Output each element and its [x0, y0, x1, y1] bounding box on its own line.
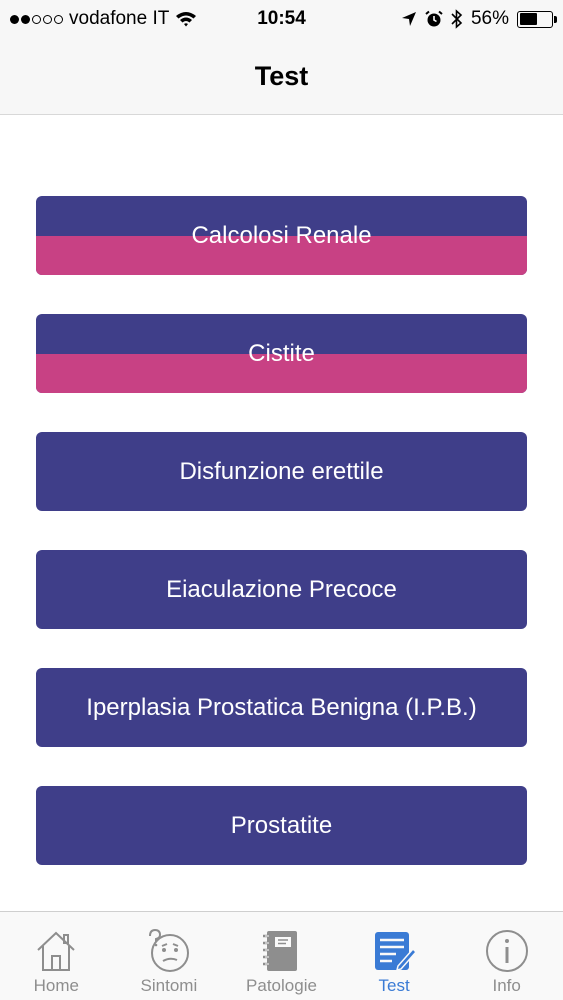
- test-button-label: Iperplasia Prostatica Benigna (I.P.B.): [86, 693, 477, 721]
- battery-icon: [517, 10, 557, 28]
- test-button-disfunzione-erettile[interactable]: Disfunzione erettile: [36, 432, 527, 511]
- carrier-name: vodafone IT: [69, 8, 170, 29]
- test-button-label: Prostatite: [230, 811, 333, 839]
- page-title: Test: [254, 60, 309, 91]
- test-button-prostatite[interactable]: Prostatite: [36, 786, 527, 865]
- tab-label: Info: [492, 976, 521, 995]
- test-list: Calcolosi Renale Cistite Disfunzione ere…: [36, 196, 527, 904]
- location-arrow-icon: [401, 12, 416, 26]
- confused-face-icon: [148, 928, 189, 972]
- tab-info[interactable]: Info: [451, 912, 563, 1000]
- test-button-iperplasia-prostatica[interactable]: Iperplasia Prostatica Benigna (I.P.B.): [36, 668, 527, 747]
- test-button-label: Calcolosi Renale: [191, 221, 372, 249]
- tab-label: Sintomi: [140, 976, 198, 995]
- signal-strength-icon: [10, 14, 63, 24]
- test-button-cistite[interactable]: Cistite: [36, 314, 527, 393]
- wifi-icon: [176, 12, 197, 27]
- battery-percent: 56%: [470, 8, 509, 29]
- tab-label: Test: [378, 976, 410, 995]
- info-icon: [485, 930, 528, 972]
- tab-test[interactable]: Test: [338, 912, 450, 1000]
- battery-fill: [519, 13, 537, 25]
- test-button-calcolosi-renale[interactable]: Calcolosi Renale: [36, 196, 527, 275]
- test-button-label: Disfunzione erettile: [179, 457, 384, 485]
- notebook-icon: [263, 931, 298, 971]
- tab-sintomi[interactable]: Sintomi: [113, 912, 225, 1000]
- test-button-label: Eiaculazione Precoce: [166, 575, 397, 603]
- tab-bar: Home Sintomi Patologie Test Info: [0, 911, 563, 1000]
- status-right: 56%: [401, 8, 563, 30]
- tab-label: Patologie: [246, 976, 317, 995]
- status-time: 10:54: [257, 8, 306, 29]
- tab-label: Home: [33, 976, 79, 995]
- tab-home[interactable]: Home: [0, 912, 112, 1000]
- bluetooth-icon: [451, 9, 463, 29]
- navigation-bar: Test: [0, 38, 563, 115]
- tab-patologie[interactable]: Patologie: [225, 912, 337, 1000]
- status-left: vodafone IT: [0, 8, 197, 30]
- test-button-eiaculazione-precoce[interactable]: Eiaculazione Precoce: [36, 550, 527, 629]
- home-icon: [37, 931, 75, 971]
- test-button-label: Cistite: [248, 339, 315, 367]
- status-bar: vodafone IT 10:54 56%: [0, 0, 563, 38]
- checklist-icon: [375, 932, 418, 972]
- alarm-clock-icon: [425, 10, 443, 27]
